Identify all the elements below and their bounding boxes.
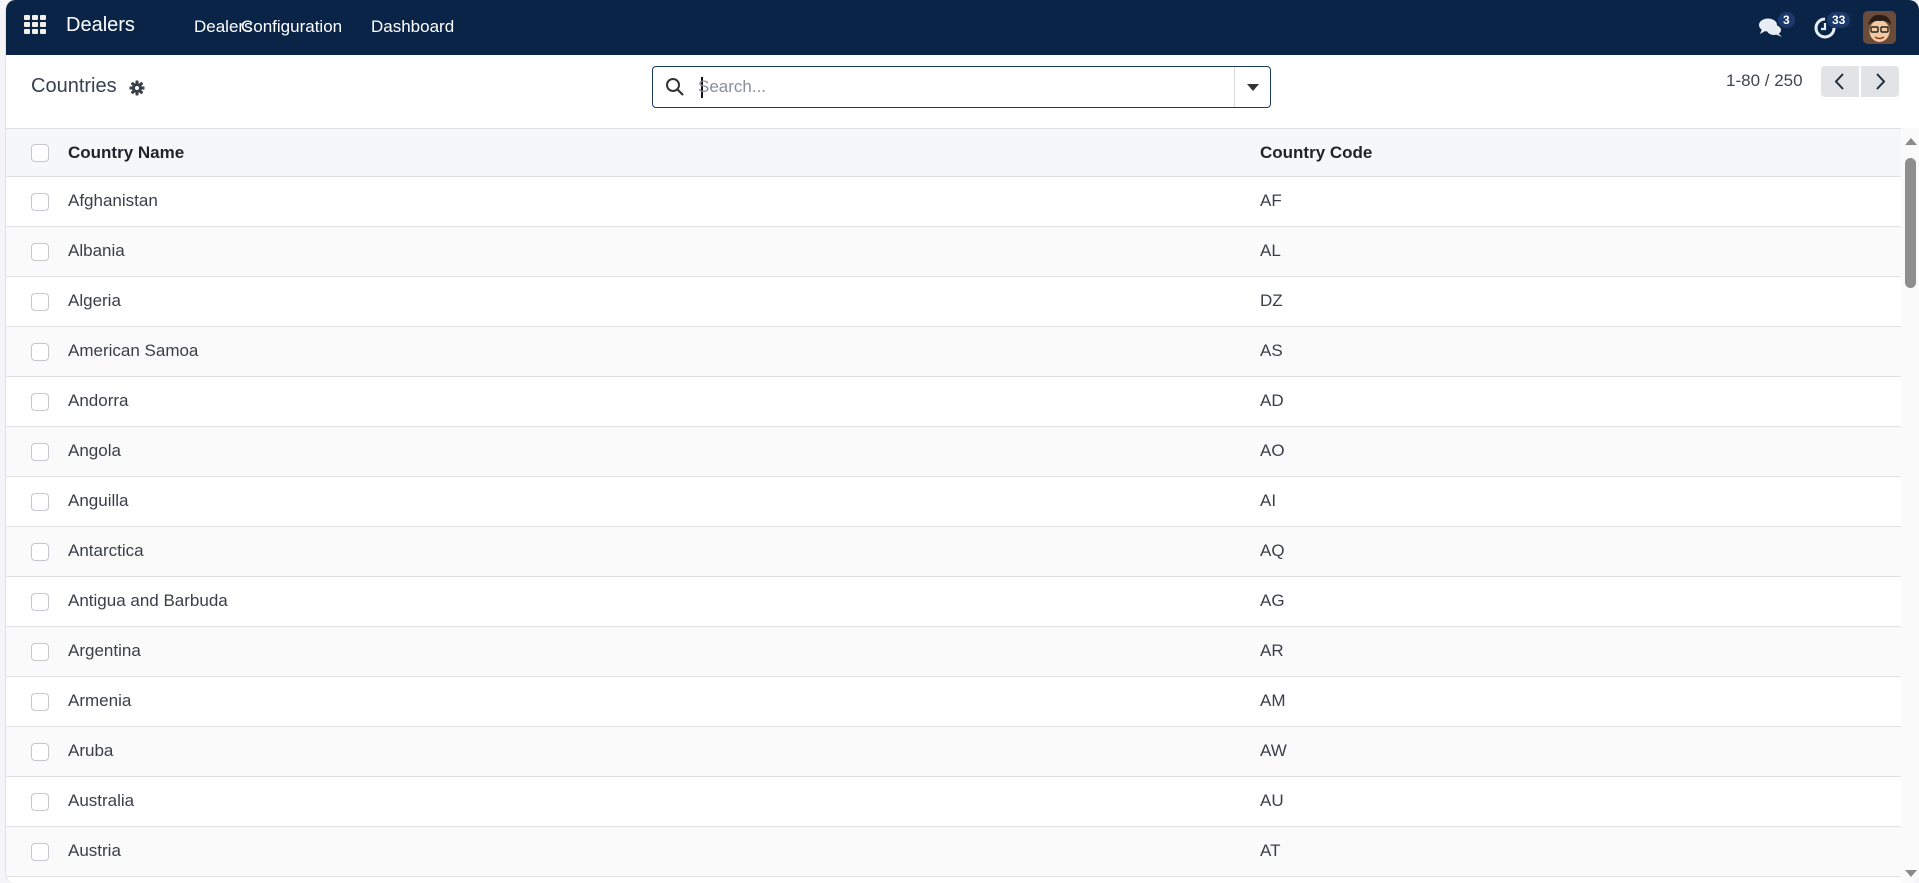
table-row[interactable]: Andorra AD [6, 377, 1901, 427]
top-navbar: Dealers Dealers Configuration Dashboard … [6, 0, 1919, 55]
table-row[interactable]: Antigua and Barbuda AG [6, 577, 1901, 627]
country-name-cell: Australia [68, 791, 135, 810]
scrollbar-thumb[interactable] [1905, 158, 1916, 288]
row-checkbox[interactable] [31, 793, 49, 811]
row-checkbox[interactable] [31, 693, 49, 711]
chevron-right-icon [1876, 73, 1886, 90]
country-name-cell: American Samoa [68, 341, 199, 360]
country-code-cell: AG [1260, 591, 1285, 610]
chevron-left-icon [1834, 73, 1844, 90]
row-checkbox[interactable] [31, 293, 49, 311]
table-row[interactable]: American Samoa AS [6, 327, 1901, 377]
search-input[interactable] [698, 75, 1218, 99]
country-name-cell: Afghanistan [68, 191, 158, 210]
menu-item-dashboard[interactable]: Dashboard [371, 17, 454, 37]
search-icon [666, 78, 684, 96]
country-name-cell: Albania [68, 241, 125, 260]
country-name-cell: Argentina [68, 641, 141, 660]
messages-count-badge: 3 [1778, 12, 1795, 28]
avatar-icon [1863, 11, 1896, 44]
table-row[interactable]: Algeria DZ [6, 277, 1901, 327]
country-name-cell: Andorra [68, 391, 129, 410]
apps-grid-icon[interactable] [24, 15, 46, 35]
pager-previous-button[interactable] [1821, 66, 1859, 97]
country-code-cell: AS [1260, 341, 1283, 360]
table-row[interactable]: Armenia AM [6, 677, 1901, 727]
column-header-country-name[interactable]: Country Name [68, 143, 184, 163]
table-row[interactable]: Angola AO [6, 427, 1901, 477]
scroll-down-arrow-icon[interactable] [1905, 870, 1917, 877]
country-code-cell: AL [1260, 241, 1281, 260]
messages-button[interactable]: 3 [1758, 10, 1798, 44]
country-code-cell: AQ [1260, 541, 1285, 560]
row-checkbox[interactable] [31, 593, 49, 611]
country-code-cell: AD [1260, 391, 1284, 410]
search-bar [652, 66, 1271, 108]
table-row[interactable]: Antarctica AQ [6, 527, 1901, 577]
row-checkbox[interactable] [31, 743, 49, 761]
user-avatar[interactable] [1863, 11, 1896, 44]
menu-item-configuration[interactable]: Configuration [241, 17, 342, 37]
select-all-checkbox[interactable] [31, 144, 49, 162]
table-row[interactable]: Austria AT [6, 827, 1901, 877]
country-name-cell: Anguilla [68, 491, 129, 510]
row-checkbox[interactable] [31, 493, 49, 511]
countries-list: Country Name Country Code Afghanistan AF A… [6, 128, 1901, 883]
row-checkbox[interactable] [31, 843, 49, 861]
column-header-country-code[interactable]: Country Code [1260, 143, 1372, 163]
table-header: Country Name Country Code [6, 129, 1901, 177]
country-code-cell: AO [1260, 441, 1285, 460]
country-name-cell: Austria [68, 841, 121, 860]
country-code-cell: AR [1260, 641, 1284, 660]
country-code-cell: AM [1260, 691, 1286, 710]
row-checkbox[interactable] [31, 643, 49, 661]
table-row[interactable]: Aruba AW [6, 727, 1901, 777]
country-code-cell: DZ [1260, 291, 1283, 310]
country-code-cell: AF [1260, 191, 1282, 210]
table-row[interactable]: Afghanistan AF [6, 177, 1901, 227]
country-name-cell: Angola [68, 441, 121, 460]
activities-count-badge: 33 [1827, 12, 1851, 28]
page-title: Countries [31, 75, 117, 97]
table-row[interactable]: Anguilla AI [6, 477, 1901, 527]
country-code-cell: AW [1260, 741, 1287, 760]
country-code-cell: AU [1260, 791, 1284, 810]
app-window: Dealers Dealers Configuration Dashboard … [5, 0, 1919, 883]
country-code-cell: AT [1260, 841, 1281, 860]
pager-next-button[interactable] [1861, 66, 1899, 97]
row-checkbox[interactable] [31, 343, 49, 361]
activities-button[interactable]: 33 [1813, 10, 1857, 44]
vertical-scrollbar[interactable] [1901, 128, 1919, 883]
country-name-cell: Antarctica [68, 541, 144, 560]
country-code-cell: AI [1260, 491, 1277, 510]
country-name-cell: Armenia [68, 691, 132, 710]
search-options-toggle[interactable] [1234, 67, 1270, 107]
row-checkbox[interactable] [31, 443, 49, 461]
scroll-up-arrow-icon[interactable] [1905, 138, 1917, 145]
table-row[interactable]: Argentina AR [6, 627, 1901, 677]
row-checkbox[interactable] [31, 543, 49, 561]
country-name-cell: Algeria [68, 291, 121, 310]
app-brand[interactable]: Dealers [66, 14, 135, 37]
table-row[interactable]: Albania AL [6, 227, 1901, 277]
country-name-cell: Aruba [68, 741, 114, 760]
table-row[interactable]: Australia AU [6, 777, 1901, 827]
country-name-cell: Antigua and Barbuda [68, 591, 228, 610]
row-checkbox[interactable] [31, 193, 49, 211]
gear-icon[interactable] [129, 80, 145, 96]
row-checkbox[interactable] [31, 393, 49, 411]
pager-value[interactable]: 1-80 / 250 [1726, 71, 1803, 91]
row-checkbox[interactable] [31, 243, 49, 261]
